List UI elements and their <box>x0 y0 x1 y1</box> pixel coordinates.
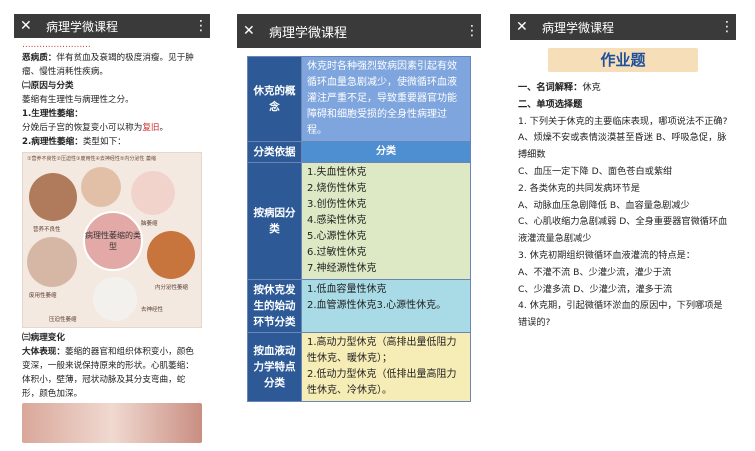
paragraph: 萎缩有生理性与病理性之分。 <box>22 95 134 105</box>
phone-screen-homework: ✕ 病理学微课程 ⋮ 作业题 一、名词解释：休克 二、单项选择题 1. 下列关于… <box>510 14 736 444</box>
list-item: 6.过敏性休克 <box>307 247 367 258</box>
question-text: 3. 休克初期组织微循环血液灌流的特点是： <box>518 249 696 261</box>
page-title: 病理学微课程 <box>542 20 615 35</box>
list-item: 4.感染性休克 <box>307 215 367 226</box>
row-label: 分类依据 <box>248 142 302 162</box>
row-label: 按血液动力学特点分类 <box>248 333 302 401</box>
section-heading: ㈡原因与分类 <box>22 81 74 91</box>
atrophy-types-figure: ①营养不良性②压迫性③废用性④去神经性⑤内分泌性 萎缩 病理性萎缩的类型 营养不… <box>22 152 202 328</box>
photo-torso <box>131 171 175 215</box>
text: 。 <box>159 123 169 133</box>
cut-off-line: …………………… <box>22 40 91 50</box>
section-heading: ㈢病理变化 <box>22 333 65 343</box>
table-row: 休克的概念 休克时各种强烈致病因素引起有效循环血量急剧减少，使微循环血液灌注严重… <box>248 57 470 142</box>
more-menu-icon[interactable]: ⋮ <box>194 18 208 34</box>
row-value: 分类 <box>302 142 470 162</box>
close-icon[interactable]: ✕ <box>20 18 38 34</box>
specimen-photo <box>22 403 202 443</box>
more-menu-icon[interactable]: ⋮ <box>465 23 479 39</box>
homework-heading: 作业题 <box>548 48 698 72</box>
list-item: 2.烧伤性休克 <box>307 183 367 194</box>
option-line: A、不灌不流 B、少灌少流，灌少于流 <box>518 266 672 278</box>
paragraph: 恶病质：伴有贫血及衰竭的极度消瘦。见于肿瘤、慢性消耗性疾病。 <box>22 51 202 79</box>
table-row: 按休克发生的始动环节分类 1.低血容量性休克 2.血管源性休克3.心源性休克。 <box>248 280 470 333</box>
highlight-term: 复旧 <box>142 123 160 133</box>
list-item: 7.神经源性休克 <box>307 263 377 274</box>
paragraph: 大体表现：萎缩的器官和组织体积变小，颜色变深，一般来说保持原来的形状。心肌萎缩：… <box>22 345 202 401</box>
question-text: 4. 休克期，引起微循环淤血的原因中，下列哪项是错误的? <box>518 300 723 329</box>
question-line: 一、名词解释：休克 <box>518 80 730 97</box>
row-label: 休克的概念 <box>248 57 302 141</box>
subheading: 2.病理性萎缩： <box>22 137 83 147</box>
row-label: 按休克发生的始动环节分类 <box>248 280 302 332</box>
table-row: 按血液动力学特点分类 1.高动力型休克（高排出量低阻力性休克、暖休克）； 2.低… <box>248 333 470 401</box>
option-line: A、动脉血压急剧降低 B、血容量急剧减少 <box>518 199 690 211</box>
section-heading: 一、名词解释： <box>518 82 583 93</box>
row-label: 按病因分类 <box>248 163 302 279</box>
figure-label: 营养不良性 <box>33 227 61 233</box>
close-icon[interactable]: ✕ <box>243 23 261 39</box>
article-body: …………………… 恶病质：伴有贫血及衰竭的极度消瘦。见于肿瘤、慢性消耗性疾病。 … <box>14 38 210 443</box>
paragraph: 分娩后子宫的恢复变小可以称为复旧。 <box>22 121 202 135</box>
phone-screen-shock-table: ✕ 病理学微课程 ⋮ 休克的概念 休克时各种强烈致病因素引起有效循环血量急剧减少… <box>237 14 481 424</box>
figure-label: 压迫性萎缩 <box>49 317 77 323</box>
phone-screen-atrophy: ✕ 病理学微课程 ⋮ …………………… 恶病质：伴有贫血及衰竭的极度消瘦。见于肿… <box>14 14 210 444</box>
row-value-list: 1.失血性休克 2.烧伤性休克 3.创伤性休克 4.感染性休克 5.心源性休克 … <box>302 163 470 279</box>
question-text: 2. 各类休克的共同发病环节是 <box>518 182 640 194</box>
app-header: ✕ 病理学微课程 ⋮ <box>510 14 736 40</box>
photo-malnutrition <box>29 173 77 221</box>
figure-header: ①营养不良性②压迫性③废用性④去神经性⑤内分泌性 萎缩 <box>27 156 157 162</box>
list-item: 3.创伤性休克 <box>307 199 367 210</box>
subheading: 1.生理性萎缩： <box>22 109 83 119</box>
table-row: 分类依据 分类 <box>248 142 470 163</box>
text: 分娩后子宫的恢复变小可以称为 <box>22 123 143 133</box>
paragraph: 2.病理性萎缩：类型如下： <box>22 135 202 149</box>
list-item: 1.失血性休克 <box>307 167 367 178</box>
option-line: C、血压一定下降 D、面色苍白或紫绀 <box>518 165 673 177</box>
figure-label: 去神经性 <box>141 307 164 313</box>
app-header: ✕ 病理学微课程 ⋮ <box>14 14 210 38</box>
homework-body: 一、名词解释：休克 二、单项选择题 1. 下列关于休克的主要临床表现，哪项说法不… <box>510 76 736 332</box>
question-text: 1. 下列关于休克的主要临床表现，哪项说法不正确? <box>518 115 728 127</box>
figure-center-label: 病理性萎缩的类型 <box>83 211 143 271</box>
figure-label: 脑萎缩 <box>141 221 158 227</box>
option-line: C、心肌收缩力急剧减弱 D、全身重要器官微循环血液灌流量急剧减少 <box>518 216 728 245</box>
section-heading: 二、单项选择题 <box>518 98 583 110</box>
row-value: 休克时各种强烈致病因素引起有效循环血量急剧减少，使微循环血液灌注严重不足，导致重… <box>302 57 470 141</box>
photo-endocrine <box>147 231 195 279</box>
photo-denervation <box>93 277 137 321</box>
photo-disuse <box>27 237 77 287</box>
page-title: 病理学微课程 <box>46 19 119 34</box>
app-header: ✕ 病理学微课程 ⋮ <box>237 14 481 48</box>
photo-brain <box>81 167 121 207</box>
page-title: 病理学微课程 <box>269 25 348 41</box>
text: 休克 <box>582 82 601 93</box>
row-value: 1.低血容量性休克 2.血管源性休克3.心源性休克。 <box>302 280 470 332</box>
list-item: 5.心源性休克 <box>307 231 367 242</box>
term: 大体表现： <box>22 347 65 357</box>
row-value: 1.高动力型休克（高排出量低阻力性休克、暖休克）； 2.低动力型休克（低排出量高… <box>302 333 470 401</box>
figure-label: 内分泌性萎缩 <box>155 285 189 291</box>
option-line: C、少灌多流 D、少灌少流，灌多于流 <box>518 283 673 295</box>
text: 类型如下： <box>82 137 126 147</box>
figure-label: 废用性萎缩 <box>29 293 57 299</box>
more-menu-icon[interactable]: ⋮ <box>720 19 734 35</box>
table-row: 按病因分类 1.失血性休克 2.烧伤性休克 3.创伤性休克 4.感染性休克 5.… <box>248 163 470 280</box>
option-line: A、烦燥不安或表情淡漠甚至昏迷 B、呼吸急促，脉搏细数 <box>518 132 727 161</box>
shock-classification-table: 休克的概念 休克时各种强烈致病因素引起有效循环血量急剧减少，使微循环血液灌注严重… <box>247 56 471 402</box>
close-icon[interactable]: ✕ <box>516 19 534 35</box>
term: 恶病质： <box>22 53 57 63</box>
